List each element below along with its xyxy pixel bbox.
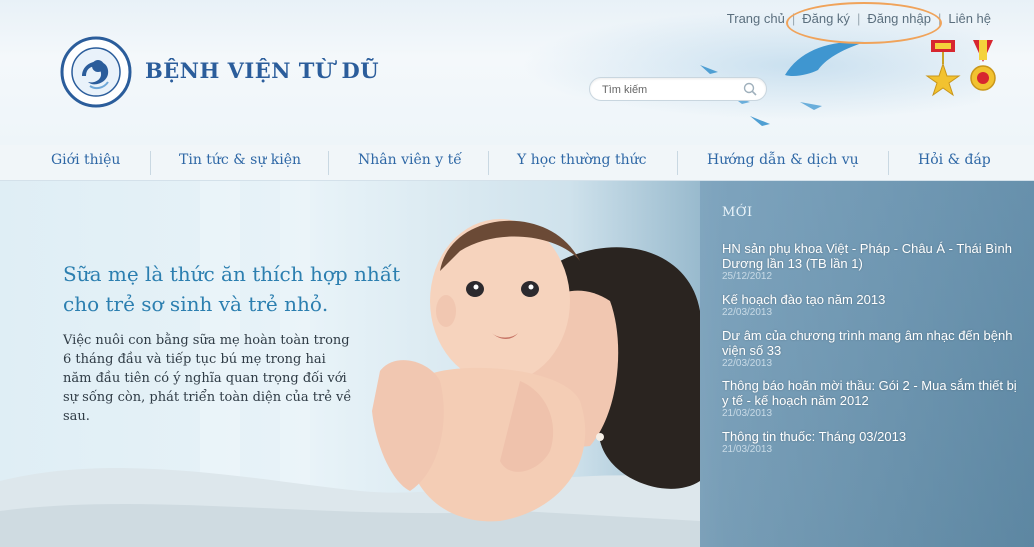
nav-divider xyxy=(677,151,678,175)
news-title[interactable]: Kế hoạch đào tạo năm 2013 xyxy=(722,292,1022,307)
hero-title-line1: Sữa mẹ là thức ăn thích hợp nhất xyxy=(63,262,401,286)
news-item[interactable]: Thông báo hoãn mời thầu: Gói 2 - Mua sắm… xyxy=(722,378,1022,419)
news-item[interactable]: Thông tin thuốc: Tháng 03/2013 21/03/201… xyxy=(722,429,1022,455)
nav-item-about[interactable]: Giới thiệu xyxy=(51,152,120,168)
nav-item-qa[interactable]: Hỏi & đáp xyxy=(918,152,991,168)
nav-divider xyxy=(328,151,329,175)
news-item[interactable]: HN sản phụ khoa Việt - Pháp - Châu Á - T… xyxy=(722,241,1022,282)
brand-name[interactable]: BỆNH VIỆN TỪ DŨ xyxy=(145,58,379,83)
top-link-contact[interactable]: Liên hệ xyxy=(941,11,998,26)
news-date: 22/03/2013 xyxy=(722,358,773,369)
logo-emblem[interactable] xyxy=(60,36,132,108)
news-title[interactable]: HN sản phụ khoa Việt - Pháp - Châu Á - T… xyxy=(722,241,1022,271)
news-date: 21/03/2013 xyxy=(722,444,773,455)
nav-divider xyxy=(888,151,889,175)
header: Trang chủ | Đăng ký | Đăng nhập | Liên h… xyxy=(0,0,1034,145)
nav-item-medicine[interactable]: Y học thường thức xyxy=(517,152,646,168)
search-box xyxy=(589,77,767,101)
nav-item-staff[interactable]: Nhân viên y tế xyxy=(358,152,462,168)
news-item[interactable]: Dư âm của chương trình mang âm nhạc đến … xyxy=(722,328,1022,369)
search-icon[interactable] xyxy=(742,81,758,97)
news-date: 21/03/2013 xyxy=(722,408,773,419)
news-title[interactable]: Thông báo hoãn mời thầu: Gói 2 - Mua sắm… xyxy=(722,378,1022,408)
medals-icon xyxy=(925,38,1005,102)
news-title[interactable]: Dư âm của chương trình mang âm nhạc đến … xyxy=(722,328,1022,358)
news-title[interactable]: Thông tin thuốc: Tháng 03/2013 xyxy=(722,429,1022,444)
search-input[interactable] xyxy=(600,81,744,99)
news-item[interactable]: Kế hoạch đào tạo năm 2013 22/03/2013 xyxy=(722,292,1022,318)
nav-divider xyxy=(150,151,151,175)
nav-divider xyxy=(488,151,489,175)
main-nav: Giới thiệu Tin tức & sự kiện Nhân viên y… xyxy=(0,145,1034,181)
hero-title-line2: cho trẻ sơ sinh và trẻ nhỏ. xyxy=(63,292,329,316)
nav-item-guide[interactable]: Hướng dẫn & dịch vụ xyxy=(707,152,859,168)
hero-body: Việc nuôi con bằng sữa mẹ hoàn toàn tron… xyxy=(63,333,352,424)
top-link-home[interactable]: Trang chủ xyxy=(720,11,792,26)
nav-item-news[interactable]: Tin tức & sự kiện xyxy=(179,152,301,168)
news-panel: MỚI HN sản phụ khoa Việt - Pháp - Châu Á… xyxy=(700,181,1034,547)
news-heading: MỚI xyxy=(722,205,753,220)
highlight-ellipse xyxy=(786,2,942,44)
news-date: 25/12/2012 xyxy=(722,271,773,282)
hero-text: Sữa mẹ là thức ăn thích hợp nhất cho trẻ… xyxy=(63,259,423,426)
news-date: 22/03/2013 xyxy=(722,307,773,318)
hero-banner: Sữa mẹ là thức ăn thích hợp nhất cho trẻ… xyxy=(0,181,1034,547)
